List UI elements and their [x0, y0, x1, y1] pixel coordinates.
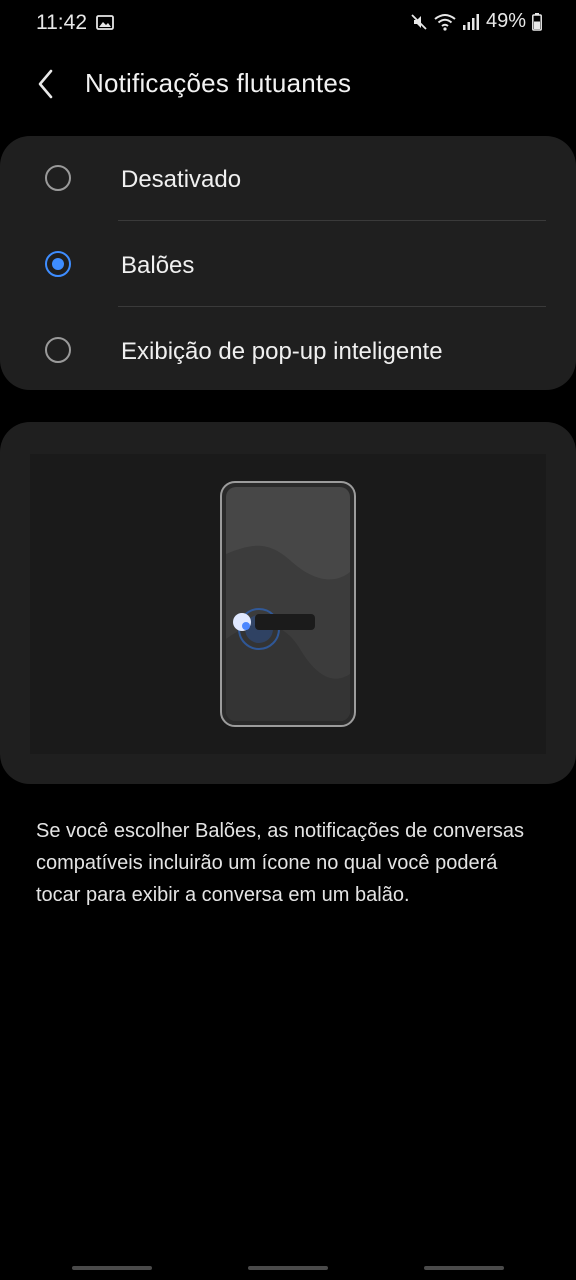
back-button[interactable]	[30, 66, 62, 102]
description-text: Se você escolher Balões, as notificações…	[36, 820, 525, 906]
header: Notificações flutuantes	[0, 54, 576, 114]
status-icons: 49%	[410, 10, 542, 33]
option-label: Balões	[121, 252, 195, 279]
battery-icon	[532, 12, 542, 31]
battery-percent: 49%	[485, 10, 526, 32]
nav-back-handle[interactable]	[424, 1266, 504, 1270]
mute-icon	[411, 13, 427, 30]
divider	[118, 220, 546, 221]
image-icon	[96, 15, 114, 30]
option-label: Exibição de pop-up inteligente	[121, 338, 443, 365]
signal-icon	[462, 13, 479, 30]
nav-recent-handle[interactable]	[72, 1266, 152, 1270]
option-label: Desativado	[121, 166, 242, 193]
nav-home-handle[interactable]	[248, 1266, 328, 1270]
illustration-area	[30, 454, 546, 754]
wifi-icon	[434, 13, 456, 31]
chevron-left-icon	[38, 69, 53, 99]
options-card: Desativado Balões Exibição de pop-up int…	[0, 136, 576, 390]
page-title: Notificações flutuantes	[85, 68, 352, 98]
status-bar: 11:42 49%	[0, 0, 576, 50]
divider	[118, 306, 546, 307]
radio-button[interactable]	[45, 337, 71, 363]
illustration-card	[0, 422, 576, 784]
option-desativado[interactable]: Desativado	[0, 137, 576, 223]
navigation-bar	[0, 1255, 576, 1280]
radio-button-selected[interactable]	[45, 251, 71, 277]
status-time: 11:42	[36, 11, 87, 34]
option-popup-inteligente[interactable]: Exibição de pop-up inteligente	[0, 309, 576, 395]
radio-button[interactable]	[45, 165, 71, 191]
phone-bubble-illustration	[220, 481, 356, 727]
option-baloes[interactable]: Balões	[0, 223, 576, 309]
